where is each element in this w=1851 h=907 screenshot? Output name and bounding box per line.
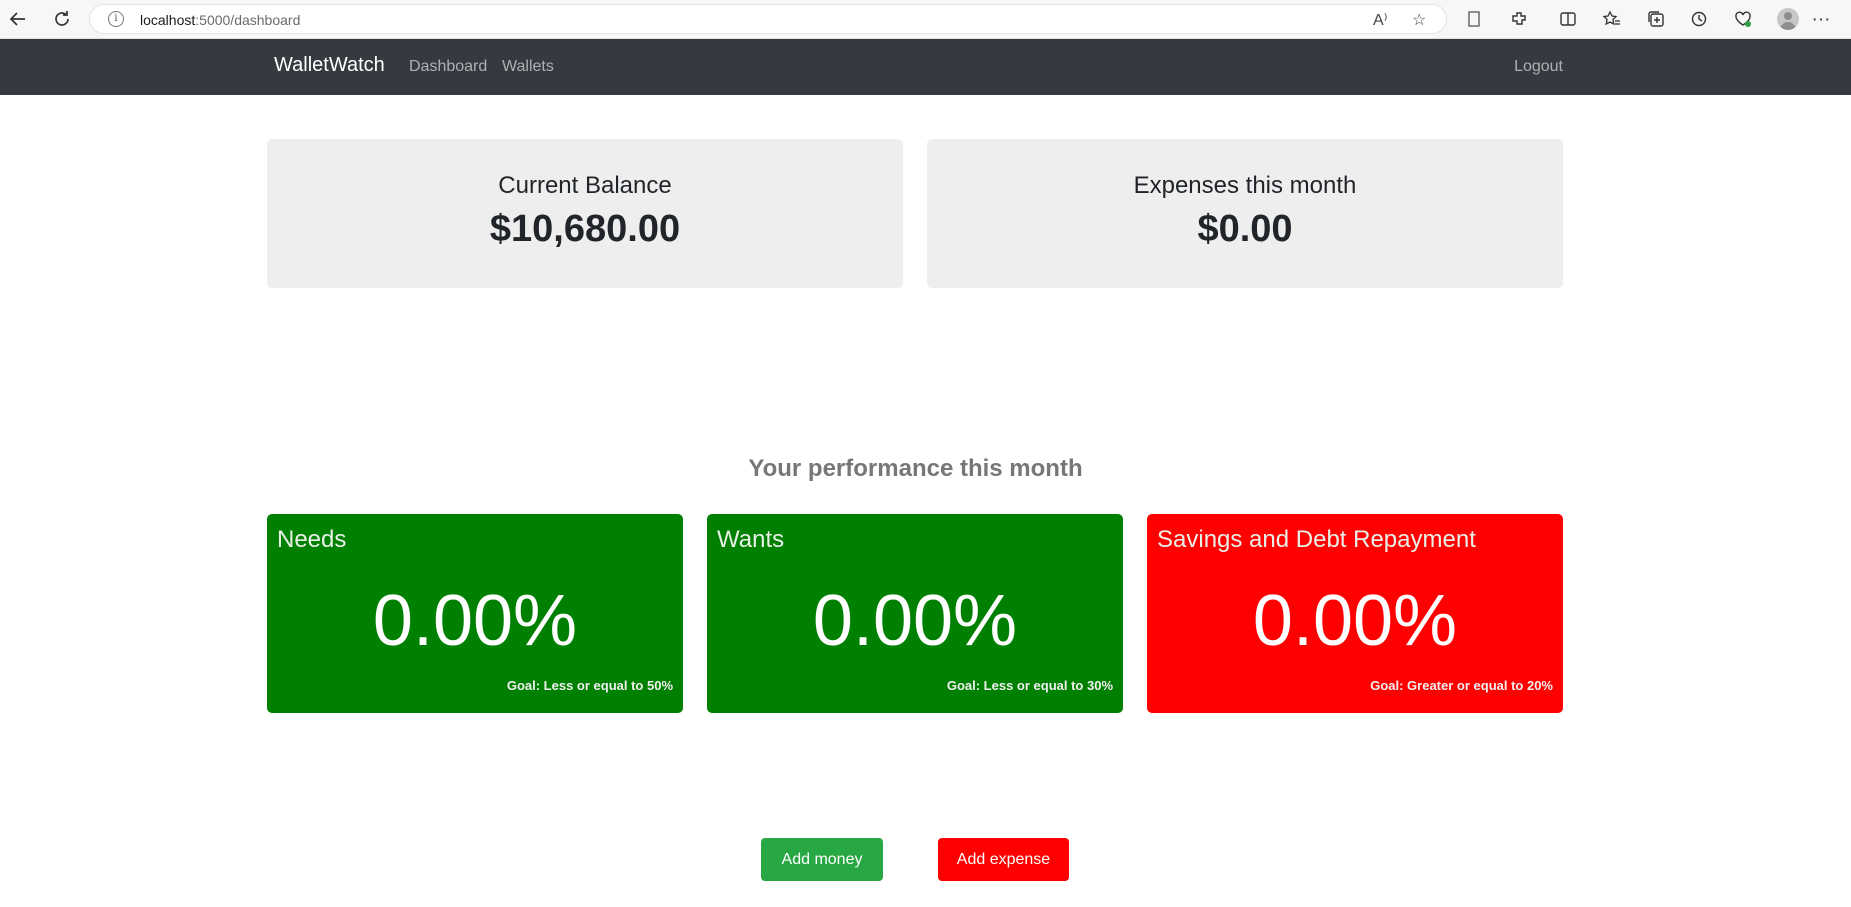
needs-card: Needs 0.00% Goal: Less or equal to 50%	[267, 514, 683, 713]
add-money-button[interactable]: Add money	[761, 838, 883, 881]
performance-title: Your performance this month	[748, 455, 1083, 482]
card-percentage: 0.00%	[812, 581, 1018, 661]
favorites-icon[interactable]	[1601, 8, 1623, 30]
read-aloud-icon[interactable]: A⁾	[1373, 10, 1388, 30]
balance-value: $10,680.00	[489, 208, 681, 250]
back-arrow-icon[interactable]	[7, 8, 29, 30]
card-title: Needs	[277, 526, 347, 553]
logout-link[interactable]: Logout	[1514, 58, 1563, 76]
add-expense-button[interactable]: Add expense	[938, 838, 1069, 881]
split-screen-icon[interactable]	[1557, 8, 1579, 30]
wants-card: Wants 0.00% Goal: Less or equal to 30%	[707, 514, 1123, 713]
expenses-label: Expenses this month	[1133, 172, 1357, 199]
app-navbar: WalletWatch Dashboard Wallets Logout	[0, 39, 1851, 95]
more-menu-icon[interactable]: ···	[1810, 8, 1832, 30]
expenses-card: Expenses this month $0.00	[927, 139, 1563, 288]
profile-avatar[interactable]	[1777, 8, 1799, 30]
savings-card: Savings and Debt Repayment 0.00% Goal: G…	[1147, 514, 1563, 713]
extensions-icon[interactable]	[1508, 8, 1530, 30]
card-goal: Goal: Less or equal to 30%	[946, 678, 1113, 693]
browser-toolbar: i localhost:5000/dashboard A⁾ ☆ ···	[0, 0, 1851, 39]
history-icon[interactable]	[1688, 8, 1710, 30]
card-title: Wants	[717, 526, 785, 553]
card-percentage: 0.00%	[1252, 581, 1458, 661]
site-info-icon[interactable]: i	[108, 11, 124, 27]
performance-heart-icon[interactable]	[1732, 8, 1754, 30]
card-goal: Goal: Less or equal to 50%	[506, 678, 673, 693]
brand-link[interactable]: WalletWatch	[274, 54, 385, 77]
current-balance-card: Current Balance $10,680.00	[267, 139, 903, 288]
balance-label: Current Balance	[498, 172, 672, 199]
nav-wallets-link[interactable]: Wallets	[502, 58, 554, 76]
page-icon[interactable]	[1463, 8, 1485, 30]
collections-icon[interactable]	[1645, 8, 1667, 30]
favorite-star-icon[interactable]: ☆	[1412, 10, 1426, 30]
address-bar[interactable]: i localhost:5000/dashboard A⁾ ☆	[89, 4, 1447, 34]
reload-icon[interactable]	[51, 8, 73, 30]
card-goal: Goal: Greater or equal to 20%	[1370, 678, 1553, 693]
card-title: Savings and Debt Repayment	[1157, 526, 1476, 553]
url-text[interactable]: localhost:5000/dashboard	[140, 12, 300, 28]
card-percentage: 0.00%	[372, 581, 578, 661]
expenses-value: $0.00	[1197, 208, 1293, 250]
nav-dashboard-link[interactable]: Dashboard	[409, 58, 487, 76]
